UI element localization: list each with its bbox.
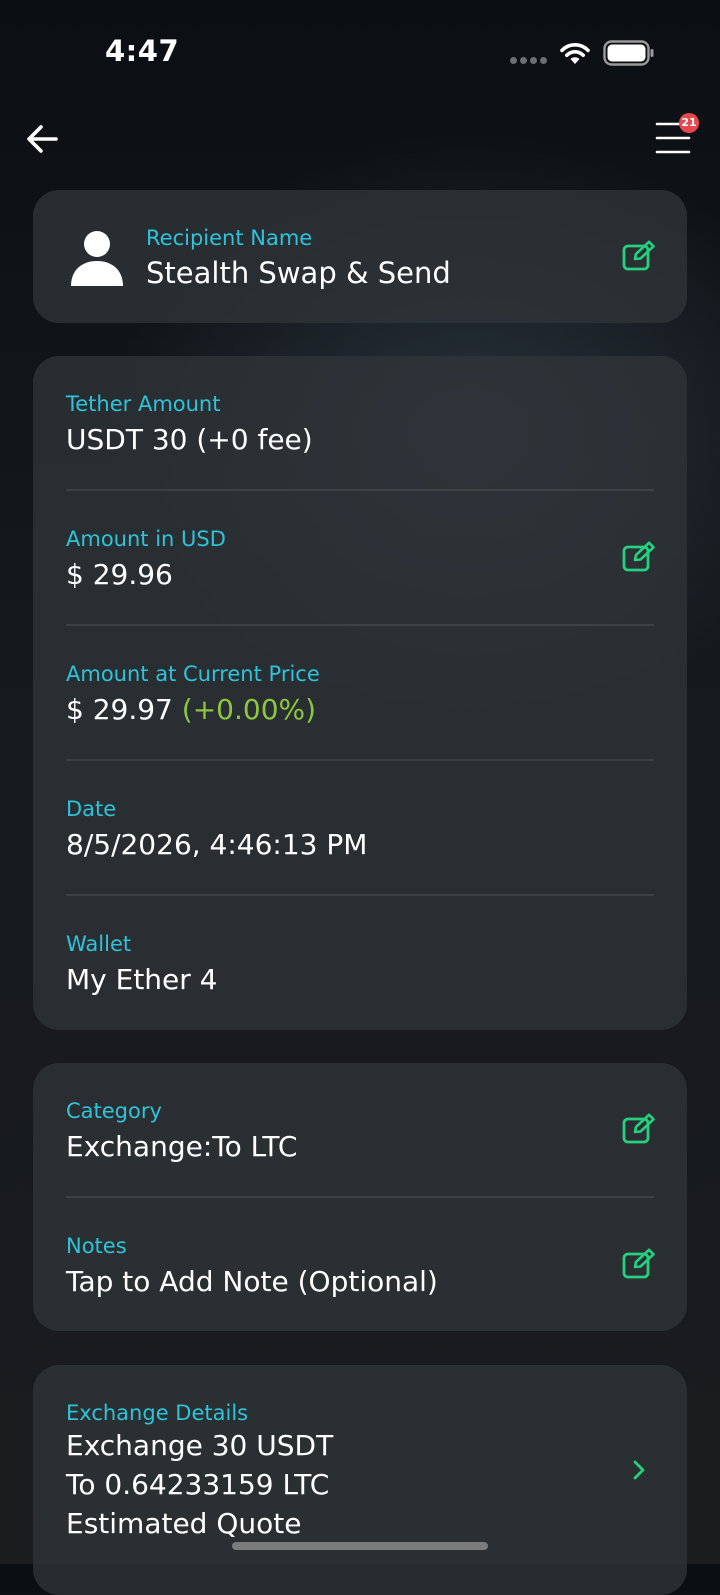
edit-amount-usd-button[interactable] xyxy=(622,541,656,573)
transaction-amounts-card: Tether Amount USDT 30 (+0 fee) Amount in… xyxy=(33,356,687,1030)
exchange-line-3: Estimated Quote xyxy=(66,1507,302,1540)
status-bar: 4:47 xyxy=(0,0,720,100)
recipient-name-value: Stealth Swap & Send xyxy=(146,256,451,290)
amount-usd-value: $ 29.96 xyxy=(66,558,173,591)
amount-current-price-label: Amount at Current Price xyxy=(66,662,320,686)
category-label: Category xyxy=(66,1099,162,1123)
notification-badge: 21 xyxy=(679,113,699,133)
wallet-row: Wallet My Ether 4 xyxy=(33,896,687,1031)
category-value: Exchange:To LTC xyxy=(66,1130,298,1163)
amount-current-price-value: $ 29.97 xyxy=(66,693,173,726)
recipient-card[interactable]: Recipient Name Stealth Swap & Send xyxy=(33,190,687,323)
exchange-line-1: Exchange 30 USDT xyxy=(66,1429,334,1462)
exchange-details-card[interactable]: Exchange Details Exchange 30 USDT To 0.6… xyxy=(33,1365,687,1595)
back-button[interactable] xyxy=(22,118,64,160)
price-change-percent: (+0.00%) xyxy=(181,693,317,726)
amount-current-price-row: Amount at Current Price $ 29.97 (+0.00%) xyxy=(33,626,687,761)
person-icon xyxy=(71,231,123,286)
recipient-name-label: Recipient Name xyxy=(146,226,313,250)
edit-icon xyxy=(622,240,655,271)
cellular-signal-icon xyxy=(510,57,548,65)
wifi-icon xyxy=(560,43,590,64)
date-value: 8/5/2026, 4:46:13 PM xyxy=(66,828,368,861)
date-row: Date 8/5/2026, 4:46:13 PM xyxy=(33,761,687,896)
amount-usd-label: Amount in USD xyxy=(66,527,226,551)
wallet-label: Wallet xyxy=(66,932,132,956)
arrow-left-icon xyxy=(27,125,58,153)
wallet-value: My Ether 4 xyxy=(66,963,218,996)
edit-notes-button[interactable] xyxy=(622,1248,656,1280)
exchange-line-2: To 0.64233159 LTC xyxy=(66,1468,330,1501)
navigation-bar xyxy=(0,100,720,180)
tether-amount-row: Tether Amount USDT 30 (+0 fee) xyxy=(33,356,687,491)
edit-icon xyxy=(622,1113,655,1144)
chevron-right-icon[interactable] xyxy=(627,1455,651,1485)
edit-category-button[interactable] xyxy=(622,1113,656,1145)
status-time: 4:47 xyxy=(105,34,180,68)
home-indicator[interactable] xyxy=(232,1542,488,1550)
date-label: Date xyxy=(66,797,117,821)
notes-label: Notes xyxy=(66,1234,127,1258)
amount-usd-row[interactable]: Amount in USD $ 29.96 xyxy=(33,491,687,626)
category-row[interactable]: Category Exchange:To LTC xyxy=(33,1063,687,1198)
edit-icon xyxy=(622,1248,655,1279)
battery-icon xyxy=(603,40,654,66)
tether-amount-value: USDT 30 (+0 fee) xyxy=(66,423,313,456)
tether-amount-label: Tether Amount xyxy=(66,392,221,416)
edit-recipient-button[interactable] xyxy=(622,240,656,272)
amount-current-price-value-wrap: $ 29.97 (+0.00%) xyxy=(66,693,316,726)
edit-icon xyxy=(622,541,655,572)
exchange-details-label: Exchange Details xyxy=(66,1401,249,1425)
notes-row[interactable]: Notes Tap to Add Note (Optional) xyxy=(33,1198,687,1333)
notes-value: Tap to Add Note (Optional) xyxy=(66,1265,438,1298)
category-notes-card: Category Exchange:To LTC Notes Tap to Ad… xyxy=(33,1063,687,1331)
